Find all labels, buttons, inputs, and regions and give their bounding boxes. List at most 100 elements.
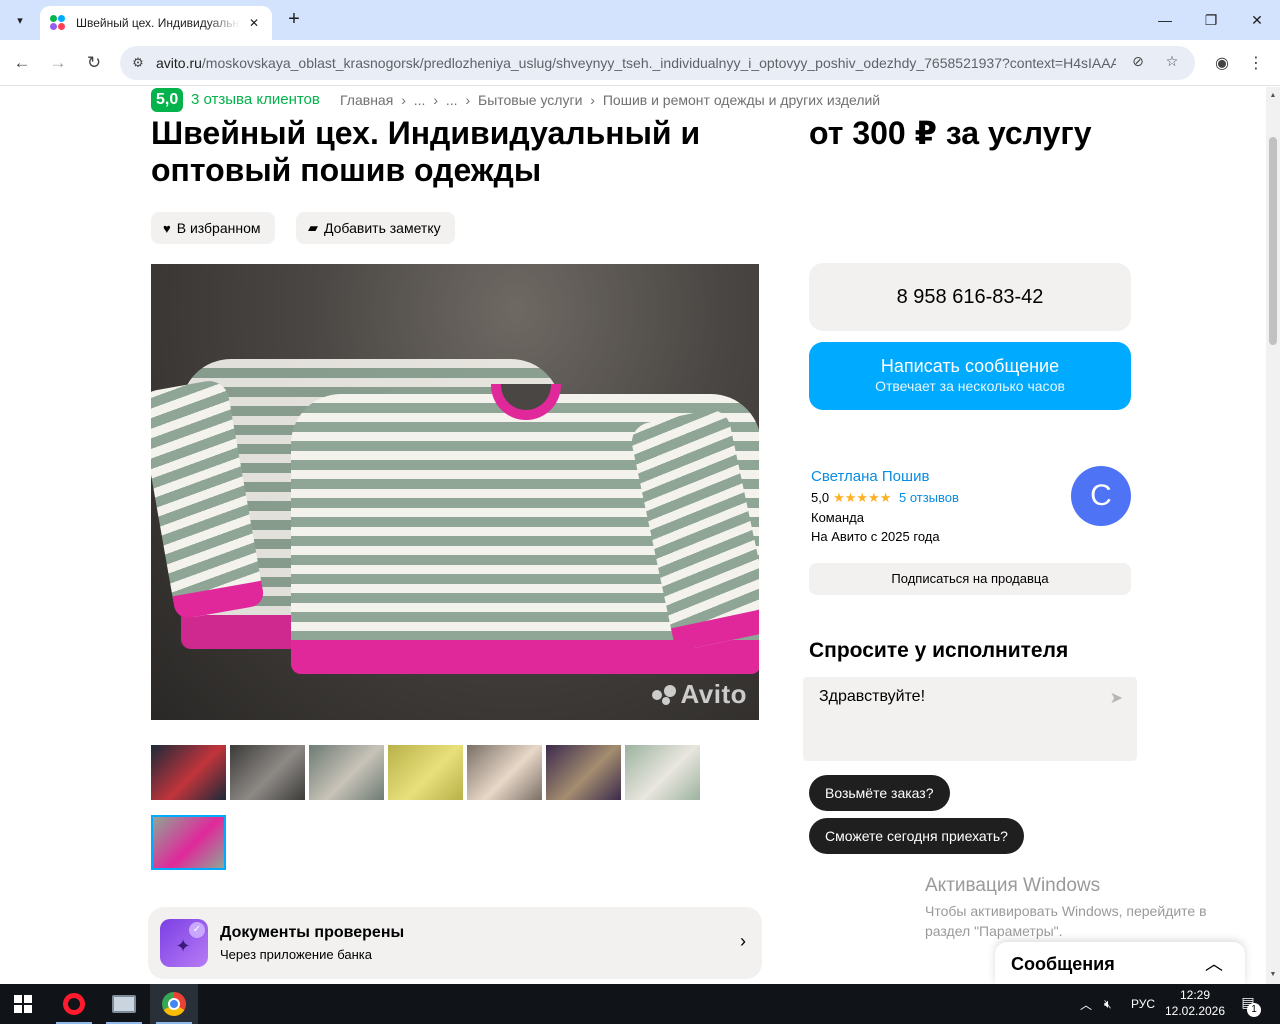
price: от 300 ₽ за услугу — [809, 115, 1092, 151]
avito-favicon-icon — [50, 15, 66, 31]
arrow-right-icon: → — [49, 53, 67, 72]
note-icon: ▰ — [308, 220, 318, 235]
browser-tabstrip: ▾ Швейный цех. Индивидуальный ✕ + — ❐ ✕ — [0, 0, 1280, 40]
windows-taskbar: ︿ 🔇︎ РУС 12:29 12.02.2026 ▤ — [0, 984, 1280, 1024]
seller-rating-value: 5,0 — [811, 490, 830, 505]
clock-time: 12:29 — [1179, 988, 1211, 1002]
seller-since: На Авито с 2025 года — [811, 529, 940, 544]
chevron-down-icon: ▾ — [17, 14, 23, 27]
favorite-button[interactable]: ♥ В избранном — [151, 212, 275, 244]
rating-badge[interactable]: 5,0 — [151, 88, 184, 112]
show-hidden-icons[interactable]: ︿ — [1080, 984, 1092, 1024]
breadcrumb-separator: › — [401, 92, 406, 108]
thumbnail[interactable] — [230, 745, 305, 800]
avito-logo-icon — [652, 685, 677, 705]
restore-button[interactable]: ❐ — [1188, 0, 1234, 40]
show-phone-button[interactable]: 8 958 616-83-42 — [809, 263, 1131, 331]
back-button[interactable]: ← — [8, 49, 36, 77]
profile-icon[interactable]: ◉ — [1209, 50, 1235, 76]
seller-reviews-link[interactable]: 5 отзывов — [899, 490, 959, 505]
ask-input-text[interactable]: Здравствуйте! — [819, 688, 925, 706]
minimize-button[interactable]: — — [1142, 0, 1188, 40]
chevron-up-icon: ︿ — [1080, 997, 1093, 1012]
breadcrumb-ellipsis-2[interactable]: ... — [446, 92, 458, 108]
browser-tab[interactable]: Швейный цех. Индивидуальный ✕ — [40, 6, 272, 40]
chevron-right-icon: › — [740, 931, 746, 951]
tracking-off-icon[interactable]: ⊘ — [1128, 53, 1148, 73]
write-message-button[interactable]: Написать сообщение Отвечает за несколько… — [809, 342, 1131, 410]
avito-watermark: Avito — [652, 679, 747, 710]
taskbar-clock[interactable]: 12:29 12.02.2026 — [1163, 987, 1227, 1019]
quick-reply-take-order[interactable]: Возьмёте заказ? — [809, 775, 950, 811]
scroll-thumb[interactable] — [1269, 137, 1277, 345]
chrome-app-icon[interactable] — [150, 984, 198, 1024]
close-window-button[interactable]: ✕ — [1234, 0, 1280, 40]
menu-kebab-icon[interactable]: ⋮ — [1243, 50, 1269, 76]
reviews-link[interactable]: 3 отзыва клиентов — [191, 91, 320, 108]
clock-date: 12.02.2026 — [1164, 1004, 1226, 1018]
thumbnail-active[interactable] — [151, 815, 226, 870]
docs-title: Документы проверены — [220, 924, 405, 941]
thumbnail[interactable] — [546, 745, 621, 800]
seller-type: Команда — [811, 510, 864, 525]
forward-button[interactable]: → — [44, 49, 72, 77]
thumbnail[interactable] — [388, 745, 463, 800]
chevron-up-icon[interactable]: ︿ — [1205, 950, 1223, 976]
page-scrollbar[interactable]: ▲ ▼ — [1266, 87, 1280, 984]
volume-muted-icon[interactable]: 🔇︎ — [1104, 984, 1112, 1024]
main-photo[interactable]: Avito — [151, 264, 759, 720]
arrow-left-icon: ← — [13, 53, 31, 72]
phone-number: 8 958 616-83-42 — [896, 285, 1044, 308]
thumbnail[interactable] — [625, 745, 700, 800]
add-note-button[interactable]: ▰ Добавить заметку — [296, 212, 455, 244]
new-tab-button[interactable]: + — [282, 8, 306, 32]
breadcrumb-household-services[interactable]: Бытовые услуги — [478, 92, 582, 108]
opera-app-icon[interactable] — [50, 984, 98, 1024]
send-icon[interactable]: ➤ — [1110, 688, 1123, 708]
seller-name-link[interactable]: Светлана Пошив — [811, 468, 929, 485]
add-note-label: Добавить заметку — [324, 220, 441, 236]
documents-verified-icon: ✓ ✦ — [160, 919, 208, 967]
reload-button[interactable]: ↻ — [80, 49, 108, 77]
write-message-label: Написать сообщение — [880, 356, 1060, 376]
thumbnail[interactable] — [467, 745, 542, 800]
subscribe-button[interactable]: Подписаться на продавца — [809, 563, 1131, 595]
heart-icon: ♥ — [163, 220, 171, 236]
messages-label: Сообщения — [1011, 954, 1115, 974]
explorer-app-icon[interactable] — [100, 984, 148, 1024]
language-indicator[interactable]: РУС — [1131, 984, 1155, 1024]
tab-search-button[interactable]: ▾ — [8, 8, 32, 32]
breadcrumb-separator: › — [590, 92, 595, 108]
chrome-icon — [162, 992, 186, 1016]
site-info-icon[interactable]: ⚙ — [120, 55, 156, 71]
activation-line-2: раздел "Параметры". — [925, 923, 1063, 939]
url-text[interactable]: avito.ru/moskovskaya_oblast_krasnogorsk/… — [156, 55, 1116, 71]
thumbnail[interactable] — [151, 745, 226, 800]
activation-line-1: Чтобы активировать Windows, перейдите в — [925, 903, 1207, 919]
breadcrumb-ellipsis-1[interactable]: ... — [414, 92, 426, 108]
tab-close-icon[interactable]: ✕ — [246, 16, 262, 30]
breadcrumb-separator: › — [465, 92, 471, 108]
messages-panel[interactable]: Сообщения ︿ — [995, 942, 1245, 984]
documents-verified-card[interactable]: ✓ ✦ Документы проверены Через приложение… — [148, 907, 762, 979]
thumbnail[interactable] — [309, 745, 384, 800]
breadcrumb-home[interactable]: Главная — [340, 92, 393, 108]
bookmark-star-icon[interactable]: ☆ — [1162, 53, 1182, 73]
address-bar[interactable]: ⚙ avito.ru/moskovskaya_oblast_krasnogors… — [120, 46, 1195, 80]
windows-start-icon[interactable] — [14, 995, 32, 1013]
scroll-down-icon[interactable]: ▼ — [1269, 971, 1277, 979]
star-rating-icon: ★★★★★ — [833, 490, 892, 505]
opera-icon — [63, 993, 85, 1015]
emblem-icon: ✦ — [175, 936, 191, 956]
ask-title: Спросите у исполнителя — [809, 639, 1069, 662]
breadcrumb-sewing-repair[interactable]: Пошив и ремонт одежды и других изделий — [603, 92, 880, 108]
reload-icon: ↻ — [86, 53, 102, 72]
scroll-up-icon[interactable]: ▲ — [1269, 92, 1277, 100]
breadcrumb: Главная › ... › ... › Бытовые услуги › П… — [340, 92, 884, 108]
ask-message-input[interactable]: Здравствуйте! ➤ — [803, 677, 1137, 761]
avatar[interactable]: С — [1071, 466, 1131, 526]
quick-reply-come-today[interactable]: Сможете сегодня приехать? — [809, 818, 1024, 854]
file-explorer-icon — [112, 995, 136, 1013]
seller-rating: 5,0 ★★★★★ 5 отзывов — [811, 490, 959, 506]
favorite-label: В избранном — [176, 220, 261, 236]
